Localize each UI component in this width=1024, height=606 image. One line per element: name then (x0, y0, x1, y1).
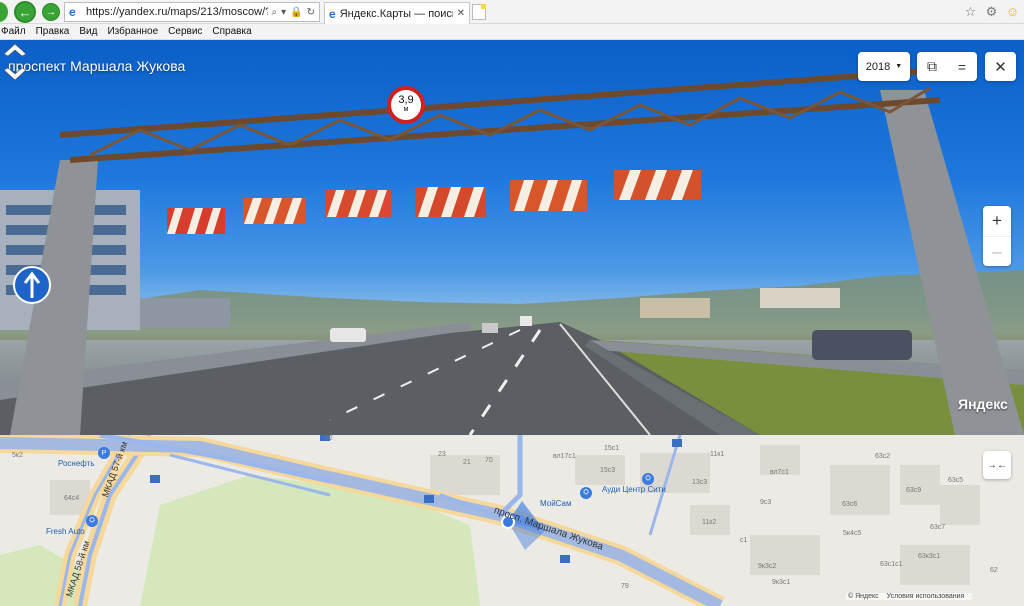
menu-bar: Файл Правка Вид Избранное Сервис Справка (0, 24, 1024, 40)
map-house-label: 63с5 (948, 477, 964, 484)
panorama-controls: ⧉ = (917, 52, 977, 81)
poi-pin-icon[interactable]: ⛭ (86, 515, 98, 527)
height-limit-unit: м (403, 106, 409, 113)
forward-button[interactable]: → (42, 3, 60, 21)
address-url[interactable]: https://yandex.ru/maps/213/moscow/?l=trf… (86, 6, 268, 18)
map-house-label: 63с6 (842, 501, 858, 508)
map-house-label: 70 (485, 457, 493, 464)
map-house-label: 15с1 (604, 445, 620, 452)
share-button[interactable]: ⧉ (917, 52, 947, 81)
browser-edge-icon (0, 2, 8, 22)
map-house-label: вл7с1 (770, 469, 789, 476)
refresh-icon[interactable]: ↻ (307, 7, 315, 18)
collapse-arrows-icon: →← (987, 459, 1007, 471)
caret-down-icon: ▼ (895, 63, 903, 70)
search-icon[interactable]: ⌕ (272, 7, 278, 18)
map-house-label: 92 (325, 435, 333, 442)
year-value: 2018 (865, 60, 891, 73)
move-arrows-icon[interactable] (0, 40, 30, 84)
street-panorama[interactable]: 3,9 м проспект Маршала Жукова 2018 ▼ ⧉ =… (0, 40, 1024, 435)
ie-tab-icon: e (329, 6, 336, 21)
map-footer: © Яндекс Условия использования (846, 593, 973, 600)
street-name: проспект Маршала Жукова (8, 58, 186, 74)
poi-pin-icon[interactable]: ⛭ (580, 487, 592, 499)
poi-label[interactable]: Ауди Центр Сити (602, 485, 666, 494)
new-tab-button[interactable] (472, 4, 486, 20)
settings-gear-icon[interactable]: ⚙ (984, 4, 999, 20)
yandex-logo: Яндекс (958, 396, 1008, 412)
map-house-label: 13с3 (692, 479, 708, 486)
map-house-label: 9к3с1 (772, 579, 791, 586)
tab-title: Яндекс.Карты — поиск ме... (339, 7, 453, 20)
collapse-map-button[interactable]: →← (983, 451, 1011, 479)
feedback-smiley-icon[interactable]: ☺ (1005, 4, 1020, 20)
browser-right-tools: ☆ ⚙ ☺ (963, 4, 1020, 20)
copyright-text: © Яндекс (848, 593, 879, 600)
map-house-label: 11к1 (710, 451, 725, 458)
back-button[interactable]: ← (14, 1, 36, 23)
map-house-label: 63с9 (906, 487, 922, 494)
menu-file[interactable]: Файл (0, 24, 31, 39)
arrow-left-icon: ← (18, 4, 32, 20)
poi-pin-icon[interactable]: Р (98, 447, 110, 459)
ie-icon: e (69, 5, 76, 19)
map-house-label: 15с3 (600, 467, 616, 474)
tab-close-icon[interactable]: ✕ (457, 8, 465, 19)
menu-button[interactable]: = (947, 52, 977, 81)
menu-favorites[interactable]: Избранное (102, 24, 163, 39)
poi-pin-icon[interactable]: ⛭ (642, 473, 654, 485)
map-house-label: вл17с1 (553, 453, 576, 460)
map-house-label: 5к4с5 (843, 530, 862, 537)
map-house-label: 63с1с1 (880, 561, 903, 568)
hamburger-icon: = (957, 58, 967, 75)
close-panorama-button[interactable]: ✕ (985, 52, 1016, 81)
poi-label[interactable]: Роснефть (58, 459, 95, 468)
map-house-label: 63с7 (930, 524, 946, 531)
height-limit-value: 3,9 (398, 94, 414, 106)
favorites-star-icon[interactable]: ☆ (963, 4, 978, 20)
dropdown-icon[interactable]: ▾ (281, 7, 286, 18)
map-house-label: 79 (621, 583, 629, 590)
map-house-label: 21 (463, 459, 471, 466)
zoom-out-button[interactable]: – (983, 236, 1011, 266)
map-house-label: 64с4 (64, 495, 80, 502)
zoom-control: + – (983, 206, 1011, 266)
terms-link[interactable]: Условия использования (887, 593, 965, 600)
map-house-label: 9к3с2 (758, 563, 777, 570)
zoom-in-button[interactable]: + (983, 206, 1011, 236)
menu-help[interactable]: Справка (207, 24, 256, 39)
map-house-label: с1 (740, 537, 748, 544)
poi-label[interactable]: МойСам (540, 499, 572, 508)
map-house-label: 11к2 (702, 519, 717, 526)
arrow-right-icon: → (45, 6, 57, 18)
browser-toolbar: ← → e https://yandex.ru/maps/213/moscow/… (0, 0, 1024, 24)
map-house-label: 9с3 (760, 499, 772, 506)
menu-tools[interactable]: Сервис (163, 24, 207, 39)
lock-icon[interactable]: 🔒 (290, 7, 302, 18)
menu-edit[interactable]: Правка (31, 24, 75, 39)
browser-tab[interactable]: e Яндекс.Карты — поиск ме... ✕ (324, 2, 470, 24)
year-select[interactable]: 2018 ▼ (858, 52, 910, 81)
menu-view[interactable]: Вид (74, 24, 102, 39)
mini-map[interactable]: →← 5к2 64с4 23 21 70 вл17с1 15с1 15с3 11к1 13с3 11… (0, 435, 1024, 606)
poi-label[interactable]: Fresh Auto (46, 527, 85, 536)
close-icon: ✕ (994, 58, 1007, 76)
address-bar[interactable]: e https://yandex.ru/maps/213/moscow/?l=t… (64, 2, 320, 22)
map-house-label: 62 (990, 567, 998, 574)
map-house-label: 5к2 (12, 452, 23, 459)
height-limit-sign: 3,9 м (389, 88, 423, 122)
map-house-label: 63к3с1 (918, 553, 941, 560)
external-link-icon: ⧉ (927, 58, 937, 74)
panorama-scene (0, 67, 1024, 435)
map-house-label: 23 (438, 451, 446, 458)
map-house-label: 63с2 (875, 453, 891, 460)
